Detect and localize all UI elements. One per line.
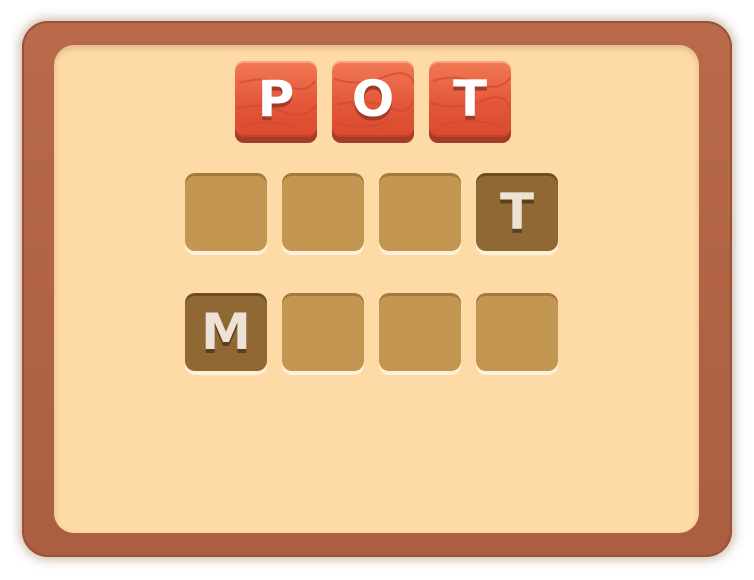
slot-letter: T: [499, 183, 535, 241]
letter-tile-o[interactable]: O: [332, 61, 414, 143]
answer-slot-row1-2[interactable]: [282, 173, 364, 255]
slot-letter: [476, 293, 558, 371]
answer-slot-row2-3[interactable]: [379, 293, 461, 375]
slot-letter: [379, 293, 461, 371]
answer-slot-row2-4[interactable]: [476, 293, 558, 375]
tile-face: T: [429, 61, 511, 137]
tile-letter: T: [452, 70, 488, 128]
answer-slot-row1-4[interactable]: T: [476, 173, 558, 255]
slot-letter: [282, 173, 364, 251]
tile-letter: P: [257, 70, 295, 128]
tile-face: O: [332, 61, 414, 137]
answer-slot-row2-2[interactable]: [282, 293, 364, 375]
answer-slot-row2-1[interactable]: M: [185, 293, 267, 375]
slot-letter: [185, 173, 267, 251]
slot-letter: [282, 293, 364, 371]
answer-slot-row1-3[interactable]: [379, 173, 461, 255]
tile-face: P: [235, 61, 317, 137]
letter-tile-p[interactable]: P: [235, 61, 317, 143]
answer-slot-row1-1[interactable]: [185, 173, 267, 255]
letter-tile-t[interactable]: T: [429, 61, 511, 143]
slot-letter: M: [201, 303, 251, 361]
slot-letter: [379, 173, 461, 251]
tile-letter: O: [351, 70, 395, 128]
